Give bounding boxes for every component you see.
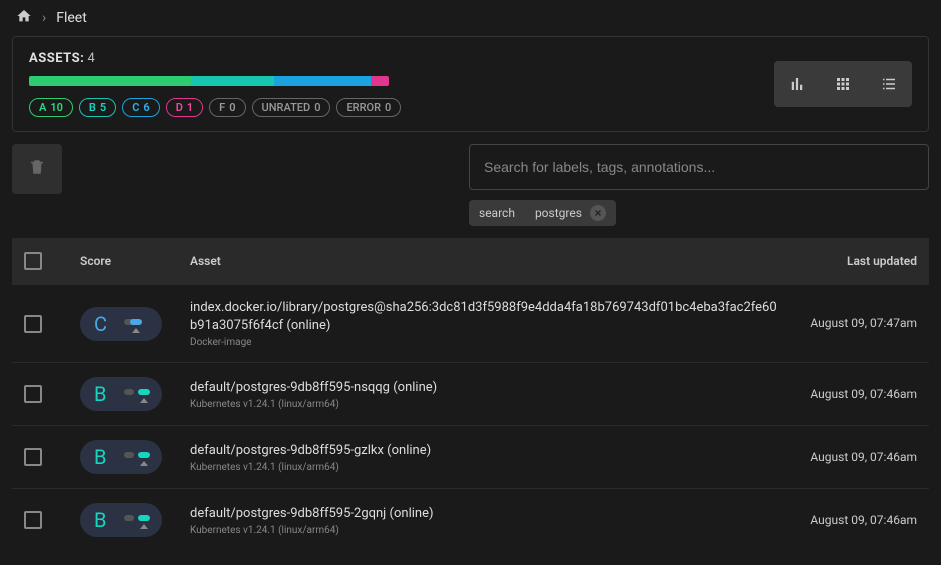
pill-letter: UNRATED [262,101,311,114]
table-row[interactable]: Bdefault/postgres-9db8ff595-gzlkx (onlin… [12,425,929,488]
delete-button[interactable] [12,144,62,194]
score-badge: B [80,377,162,411]
close-icon[interactable] [590,205,606,221]
pill-count: 5 [100,101,106,114]
grade-pill-b[interactable]: B5 [79,98,116,117]
asset-updated: August 09, 07:46am [777,386,917,403]
score-letter: C [94,312,107,336]
asset-subtype: Kubernetes v1.24.1 (linux/arm64) [190,525,777,536]
row-checkbox[interactable] [24,511,42,529]
filter-label: postgres [535,206,582,220]
row-checkbox[interactable] [24,448,42,466]
distribution-bar [29,76,389,86]
pill-letter: ERROR [346,101,381,114]
assets-count: 4 [88,51,95,66]
assets-table: Score Asset Last updated Cindex.docker.i… [12,238,929,551]
summary-panel: ASSETS: 4 A10B5C6D1F0UNRATED0ERROR0 [12,36,929,132]
active-filters: search postgres [469,200,929,226]
pill-letter: A [39,101,46,114]
pill-letter: F [219,101,225,114]
grade-pill-error[interactable]: ERROR 0 [336,98,401,117]
column-asset[interactable]: Asset [190,254,777,268]
table-header: Score Asset Last updated [12,238,929,284]
filter-tag: search [469,200,525,226]
dist-segment-d [371,76,389,86]
score-letter: B [94,382,106,406]
search-input[interactable] [484,159,914,175]
view-toggle [774,61,912,107]
filter-tag: postgres [525,200,616,226]
toolbar: search postgres [12,144,929,226]
score-letter: B [94,445,106,469]
pill-count: 1 [187,101,193,114]
dist-segment-c [274,76,371,86]
grade-pill-d[interactable]: D1 [166,98,203,117]
grade-pill-f[interactable]: F0 [209,98,245,117]
asset-updated: August 09, 07:46am [777,512,917,529]
score-letter: B [94,508,106,532]
pill-count: 6 [143,101,149,114]
pill-letter: C [132,101,139,114]
breadcrumb-current: Fleet [56,10,87,26]
trash-icon [28,158,46,180]
score-indicator-icon [124,385,152,403]
pill-count: 0 [229,101,235,114]
pill-count: 0 [385,101,391,114]
search-area: search postgres [469,144,929,226]
home-icon[interactable] [16,8,32,28]
score-badge: C [80,307,162,341]
dist-segment-a [29,76,191,86]
asset-subtype: Kubernetes v1.24.1 (linux/arm64) [190,462,777,473]
assets-label: ASSETS: [29,51,84,66]
pill-count: 10 [50,101,63,114]
score-indicator-icon [124,315,152,333]
pill-letter: D [176,101,183,114]
search-box[interactable] [469,144,929,190]
score-badge: B [80,503,162,537]
filter-label: search [479,206,515,220]
view-list-icon[interactable] [866,61,912,107]
pill-count: 0 [314,101,320,114]
score-indicator-icon [124,511,152,529]
breadcrumb-separator: › [42,10,46,26]
pill-letter: B [89,101,96,114]
dist-segment-b [191,76,274,86]
asset-updated: August 09, 07:46am [777,449,917,466]
asset-subtype: Kubernetes v1.24.1 (linux/arm64) [190,399,777,410]
asset-name: default/postgres-9db8ff595-2gqnj (online… [190,505,777,523]
row-checkbox[interactable] [24,385,42,403]
view-grid-icon[interactable] [820,61,866,107]
asset-name: default/postgres-9db8ff595-gzlkx (online… [190,442,777,460]
table-row[interactable]: Bdefault/postgres-9db8ff595-2gqnj (onlin… [12,488,929,551]
grade-pill-c[interactable]: C6 [122,98,160,117]
row-checkbox[interactable] [24,315,42,333]
column-score[interactable]: Score [80,254,190,268]
table-row[interactable]: Cindex.docker.io/library/postgres@sha256… [12,284,929,362]
asset-name: index.docker.io/library/postgres@sha256:… [190,299,777,335]
table-row[interactable]: Bdefault/postgres-9db8ff595-nsqqg (onlin… [12,362,929,425]
asset-name: default/postgres-9db8ff595-nsqqg (online… [190,379,777,397]
score-indicator-icon [124,448,152,466]
view-chart-icon[interactable] [774,61,820,107]
score-badge: B [80,440,162,474]
breadcrumb: › Fleet [0,0,941,36]
grade-pill-a[interactable]: A 10 [29,98,73,117]
asset-subtype: Docker-image [190,337,777,348]
asset-updated: August 09, 07:47am [777,315,917,332]
select-all-checkbox[interactable] [24,252,42,270]
grade-pill-unrated[interactable]: UNRATED0 [252,98,331,117]
column-updated[interactable]: Last updated [777,253,917,270]
